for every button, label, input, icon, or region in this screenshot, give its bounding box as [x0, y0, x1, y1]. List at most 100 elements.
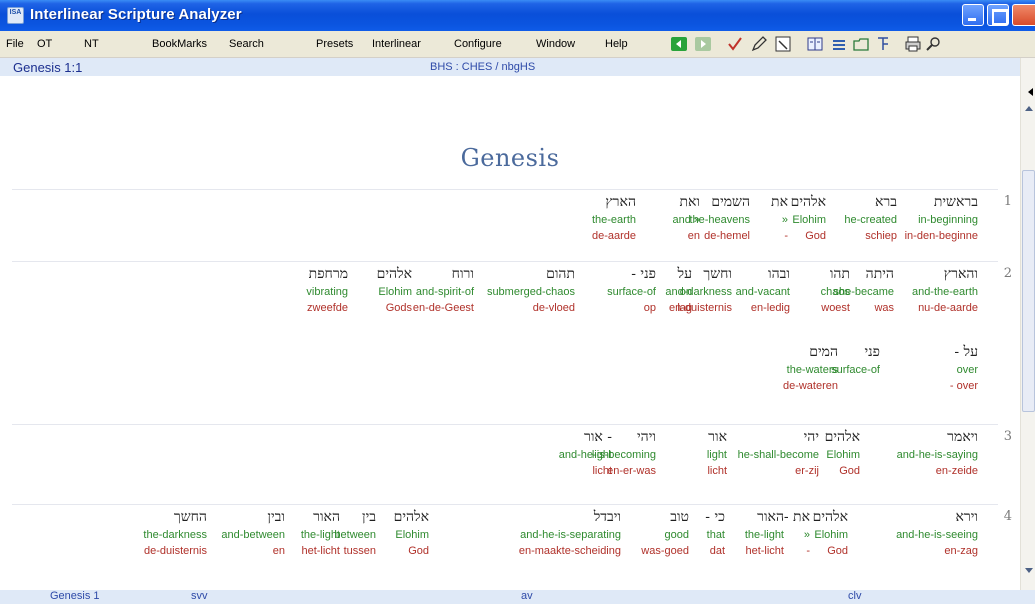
english-gloss: in-beginning	[918, 214, 978, 226]
verse-number[interactable]: 2	[1004, 266, 1012, 281]
hebrew-word: האור	[313, 509, 340, 525]
interlinear-word[interactable]: האור the-light het-licht	[745, 508, 784, 560]
interlinear-word[interactable]: ובהו and-vacant en-ledig	[736, 265, 790, 317]
minimize-button[interactable]	[962, 4, 984, 26]
hebrew-word: והארץ	[943, 266, 978, 282]
scroll-thumb[interactable]	[1022, 170, 1035, 412]
dutch-gloss: en-zag	[944, 545, 978, 557]
title-bar: ISA Interlinear Scripture Analyzer	[0, 0, 1035, 31]
interlinear-word[interactable]: אלהים Elohim God	[394, 508, 429, 560]
interlinear-word[interactable]: ורוח and-spirit-of en-de-Geest	[413, 265, 474, 317]
interlinear-word[interactable]: ויבדל and-he-is-separating en-maakte-schei…	[519, 508, 621, 560]
interlinear-word[interactable]: והארץ and-the-earth nu-de-aarde	[912, 265, 978, 317]
interlinear-word[interactable]: מרחפת vibrating zweefde	[306, 265, 348, 317]
menu-presets[interactable]: Presets	[316, 38, 353, 50]
interlinear-word[interactable]: את » -	[771, 193, 788, 245]
back-arrow-icon[interactable]	[670, 35, 688, 53]
menu-search[interactable]: Search	[229, 38, 264, 50]
interlinear-word[interactable]: החשך the-darkness de-duisternis	[143, 508, 207, 560]
status-av[interactable]: av	[521, 590, 533, 602]
hebrew-word: ברא	[874, 194, 897, 210]
forward-arrow-icon[interactable]	[694, 35, 712, 53]
english-gloss: »	[803, 529, 810, 541]
hebrew-word: את	[771, 194, 788, 210]
menu-configure[interactable]: Configure	[454, 38, 502, 50]
interlinear-word[interactable]: בין between tussen	[334, 508, 376, 560]
interlinear-word[interactable]: וירא and-he-is-seeing en-zag	[896, 508, 978, 560]
print-icon[interactable]	[904, 35, 922, 53]
scroll-up-icon[interactable]	[1025, 106, 1033, 111]
interlinear-word[interactable]: תהו chaos woest	[821, 265, 850, 317]
interlinear-word[interactable]: על - over - over	[950, 343, 978, 395]
pen-icon[interactable]	[750, 35, 768, 53]
interlinear-word[interactable]: - אור light licht	[584, 428, 612, 480]
english-gloss: »	[781, 214, 788, 226]
interlinear-word[interactable]: ואת and » en	[672, 193, 700, 245]
interlinear-word[interactable]: הארץ the-earth de-aarde	[592, 193, 636, 245]
interlinear-word[interactable]: אלהים Elohim God	[825, 428, 860, 480]
maximize-button[interactable]	[987, 4, 1009, 26]
interlinear-word[interactable]: פני surface-of	[831, 343, 880, 395]
english-gloss: that	[706, 529, 725, 541]
menu-nt[interactable]: NT	[84, 38, 99, 50]
interlinear-word[interactable]: ויאמר and-he-is-saying en-zeide	[897, 428, 978, 480]
verse-number[interactable]: 4	[1004, 509, 1012, 524]
dutch-gloss: de-aarde	[591, 230, 636, 242]
dutch-gloss: Gods	[385, 302, 412, 314]
interlinear-word[interactable]: אלהים Elohim Gods	[377, 265, 412, 317]
dutch-gloss: in-den-beginne	[904, 230, 978, 242]
interlinear-word[interactable]: תהום submerged-chaos de-vloed	[487, 265, 575, 317]
interlinear-word[interactable]: המים the-waters de-wateren	[783, 343, 838, 395]
interlinear-word[interactable]: כי - that dat	[705, 508, 725, 560]
verse-number[interactable]: 3	[1004, 429, 1012, 444]
status-chapter[interactable]: Genesis 1	[50, 590, 100, 602]
status-clv[interactable]: clv	[848, 590, 861, 602]
interlinear-word[interactable]: אלהים Elohim God	[813, 508, 848, 560]
interlinear-word[interactable]: ברא he-created schiep	[844, 193, 897, 245]
tree-icon[interactable]	[874, 35, 892, 53]
hebrew-word: אלהים	[376, 266, 412, 282]
interlinear-word[interactable]: וחשך and-darkness en-duisternis	[665, 265, 732, 317]
close-button[interactable]	[1012, 4, 1035, 26]
hebrew-word: - אור	[583, 429, 612, 445]
folder-icon[interactable]	[852, 35, 870, 53]
interlinear-word[interactable]: בראשית in-beginning in-den-beginne	[905, 193, 978, 245]
hebrew-word: וחשך	[703, 266, 732, 282]
menu-help[interactable]: Help	[605, 38, 628, 50]
edit-page-icon[interactable]	[774, 35, 792, 53]
collapse-arrow-icon[interactable]	[1028, 88, 1033, 96]
verse-number[interactable]: 1	[1004, 194, 1012, 209]
interlinear-word[interactable]: אלהים Elohim God	[791, 193, 826, 245]
search-icon[interactable]	[924, 35, 942, 53]
english-gloss: and »	[672, 214, 700, 226]
english-gloss: the-earth	[591, 214, 636, 226]
interlinear-word[interactable]: פני - surface-of op	[607, 265, 656, 317]
interlinear-word[interactable]: ובין and-between en	[221, 508, 285, 560]
dutch-gloss: en-de-Geest	[412, 302, 474, 314]
current-reference[interactable]: Genesis 1:1	[13, 60, 82, 75]
vertical-scrollbar[interactable]	[1020, 58, 1035, 590]
interlinear-word[interactable]: יהי he-shall-become er-zij	[738, 428, 819, 480]
interlinear-word[interactable]: אור light licht	[707, 428, 727, 480]
columns-icon[interactable]	[806, 35, 824, 53]
menu-bookmarks[interactable]: BookMarks	[152, 38, 207, 50]
hebrew-word: ובהו	[768, 266, 790, 282]
list-icon[interactable]	[830, 35, 848, 53]
hebrew-word: בין	[362, 509, 376, 525]
dutch-gloss: en-duisternis	[669, 302, 732, 314]
interlinear-word[interactable]: טוב good was-goed	[641, 508, 689, 560]
scroll-down-icon[interactable]	[1025, 568, 1033, 573]
english-gloss: surface-of	[831, 364, 880, 376]
menu-file[interactable]: File	[6, 38, 24, 50]
menu-interlinear[interactable]: Interlinear	[372, 38, 421, 50]
hebrew-word: וירא	[955, 509, 978, 525]
text-versions[interactable]: BHS : CHES / nbgHS	[430, 61, 535, 73]
english-gloss: Elohim	[792, 214, 826, 226]
interlinear-word[interactable]: על on lag	[677, 265, 692, 317]
interlinear-word[interactable]: את - » -	[784, 508, 810, 560]
interlinear-word[interactable]: האור the-light het-licht	[301, 508, 340, 560]
checkmark-icon[interactable]	[726, 35, 744, 53]
menu-window[interactable]: Window	[536, 38, 575, 50]
menu-ot[interactable]: OT	[37, 38, 52, 50]
status-svv[interactable]: svv	[191, 590, 208, 602]
